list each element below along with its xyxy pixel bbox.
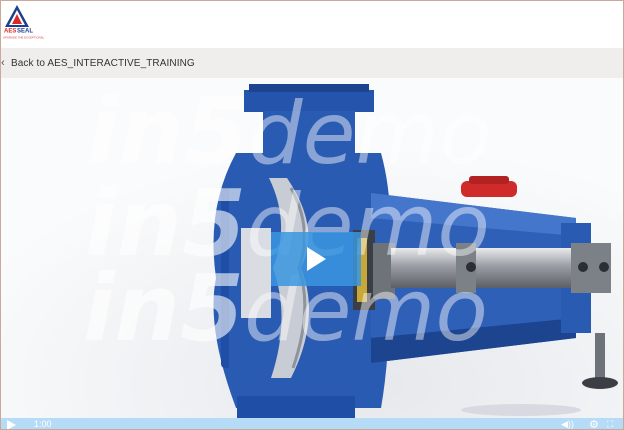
play-icon bbox=[307, 247, 326, 271]
time-display: 1:00 bbox=[34, 419, 52, 429]
svg-text:SEAL: SEAL bbox=[17, 29, 33, 34]
play-icon[interactable] bbox=[7, 420, 16, 430]
chevron-left-icon[interactable]: ‹ bbox=[1, 57, 9, 69]
svg-text:AES: AES bbox=[4, 29, 16, 34]
logo-mark-icon: AES SEAL bbox=[4, 5, 38, 34]
back-bar: ‹ Back to AES_INTERACTIVE_TRAINING bbox=[1, 48, 623, 78]
fullscreen-icon[interactable]: ⛶ bbox=[607, 419, 613, 429]
big-play-button[interactable] bbox=[271, 232, 361, 286]
header: AES SEAL UPGRADE THE EXCEPTIONAL bbox=[1, 1, 623, 47]
volume-icon[interactable]: ◀)) bbox=[561, 419, 574, 429]
video-player[interactable]: in5demo in5demo in5demo bbox=[1, 78, 623, 418]
app-window: AES SEAL UPGRADE THE EXCEPTIONAL ‹ Back … bbox=[0, 0, 624, 430]
video-controls: 1:00 ◀)) ⚙ ⛶ bbox=[1, 418, 623, 430]
gear-icon[interactable]: ⚙ bbox=[589, 418, 599, 429]
logo-tagline: UPGRADE THE EXCEPTIONAL bbox=[3, 36, 45, 40]
brand-logo[interactable]: AES SEAL UPGRADE THE EXCEPTIONAL bbox=[3, 3, 45, 41]
back-link[interactable]: Back to AES_INTERACTIVE_TRAINING bbox=[11, 58, 195, 69]
